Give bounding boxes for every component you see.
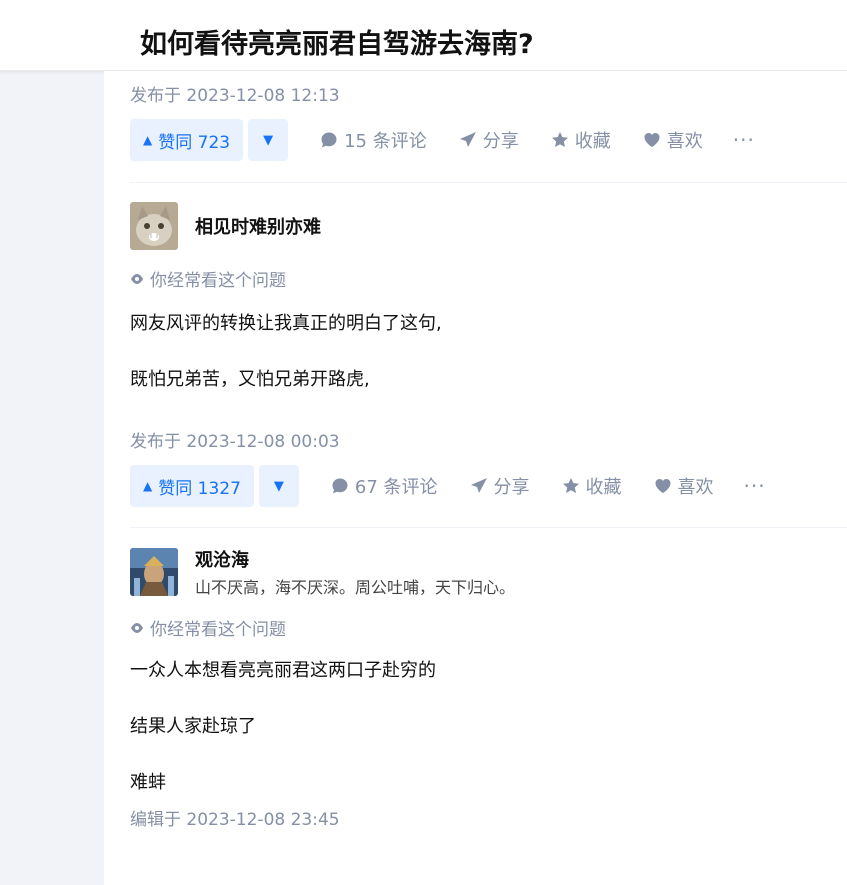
paper-plane-icon — [459, 132, 476, 147]
collect-button[interactable]: 收藏 — [562, 473, 622, 499]
triangle-down-icon: ▼ — [263, 132, 274, 148]
like-button[interactable]: 喜欢 — [654, 473, 714, 499]
answer-1-published-time[interactable]: 发布于 2023-12-08 12:13 — [130, 81, 847, 106]
share-label: 分享 — [493, 477, 530, 498]
share-label: 分享 — [482, 131, 519, 152]
eye-icon — [131, 273, 143, 284]
watch-hint: 你经常看这个问题 — [130, 266, 286, 291]
answer-divider — [130, 527, 847, 528]
avatar[interactable] — [130, 548, 178, 596]
answer-paragraph: 难蚌 — [130, 772, 166, 793]
comment-button[interactable]: 67 条评论 — [331, 473, 438, 499]
answer-paragraph: 网友风评的转换让我真正的明白了这句, — [130, 313, 442, 334]
answer-list: 发布于 2023-12-08 12:13 ▲ 赞同 723 ▼ 15 条评论 分… — [104, 71, 847, 885]
comment-count: 67 条评论 — [354, 477, 438, 498]
answer-2-action-bar: ▲ 赞同 1327 ▼ 67 条评论 分享 收藏 喜欢 ··· — [130, 465, 847, 507]
comment-count: 15 条评论 — [344, 131, 427, 152]
author-name[interactable]: 相见时难别亦难 — [195, 213, 321, 239]
answer-divider — [130, 182, 847, 183]
watch-label: 你经常看这个问题 — [150, 271, 286, 291]
paper-plane-icon — [470, 478, 487, 493]
comment-bubble-icon — [321, 132, 337, 148]
answer-paragraph: 结果人家赴琼了 — [130, 716, 256, 737]
star-icon — [562, 478, 579, 493]
eye-icon — [131, 622, 143, 633]
triangle-down-icon: ▼ — [273, 478, 284, 494]
like-button[interactable]: 喜欢 — [643, 127, 703, 153]
star-icon — [551, 132, 568, 147]
collect-label: 收藏 — [574, 131, 611, 152]
question-title[interactable]: 如何看待亮亮丽君自驾游去海南? — [140, 22, 534, 61]
author-name[interactable]: 观沧海 — [195, 546, 249, 572]
more-button[interactable]: ··· — [744, 474, 766, 498]
author-bio: 山不厌高，海不厌深。周公吐哺，天下归心。 — [195, 578, 516, 597]
answer-paragraph: 既怕兄弟苦，又怕兄弟开路虎, — [130, 369, 370, 390]
left-gutter — [0, 70, 104, 885]
watch-hint: 你经常看这个问题 — [130, 615, 286, 640]
triangle-up-icon: ▲ — [143, 479, 153, 493]
more-button[interactable]: ··· — [733, 128, 755, 152]
vote-down-button[interactable]: ▼ — [258, 465, 299, 507]
vote-up-button[interactable]: ▲ 赞同 1327 — [130, 465, 254, 507]
avatar[interactable] — [130, 202, 178, 250]
vote-up-button[interactable]: ▲ 赞同 723 — [130, 119, 244, 161]
comment-bubble-icon — [332, 478, 348, 494]
collect-label: 收藏 — [585, 477, 622, 498]
triangle-up-icon: ▲ — [143, 133, 153, 147]
watch-label: 你经常看这个问题 — [150, 620, 286, 640]
heart-icon — [655, 479, 671, 493]
share-button[interactable]: 分享 — [459, 127, 519, 153]
vote-up-label: 赞同 723 — [158, 132, 231, 153]
question-header: 如何看待亮亮丽君自驾游去海南? — [0, 0, 847, 71]
vote-down-button[interactable]: ▼ — [248, 119, 289, 161]
answer-3-edited-time[interactable]: 编辑于 2023-12-08 23:45 — [130, 805, 847, 830]
like-label: 喜欢 — [677, 477, 714, 498]
answer-2-published-time[interactable]: 发布于 2023-12-08 00:03 — [130, 427, 847, 452]
comment-button[interactable]: 15 条评论 — [320, 127, 427, 153]
heart-icon — [644, 133, 660, 147]
collect-button[interactable]: 收藏 — [551, 127, 611, 153]
answer-1-action-bar: ▲ 赞同 723 ▼ 15 条评论 分享 收藏 喜欢 ··· — [130, 119, 847, 161]
vote-up-label: 赞同 1327 — [158, 478, 241, 499]
like-label: 喜欢 — [666, 131, 703, 152]
share-button[interactable]: 分享 — [470, 473, 530, 499]
answer-paragraph: 一众人本想看亮亮丽君这两口子赴穷的 — [130, 660, 436, 681]
